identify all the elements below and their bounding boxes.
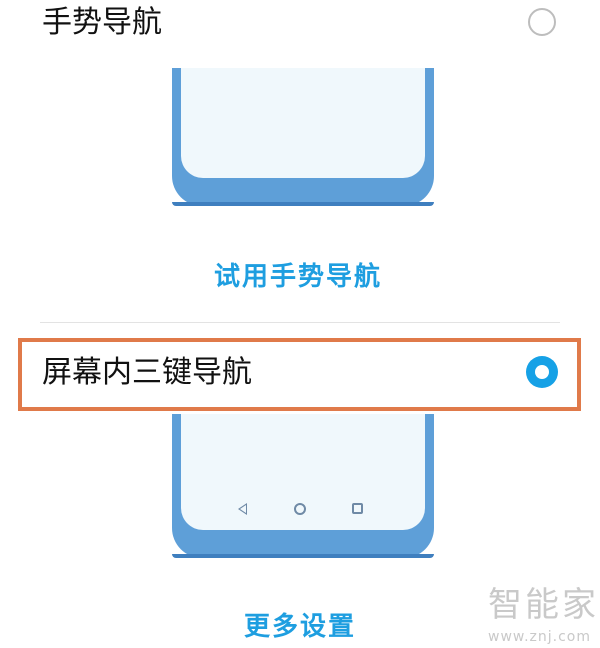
try-gesture-link[interactable]: 试用手势导航 — [214, 264, 382, 290]
three-key-radio[interactable] — [526, 356, 558, 388]
option-gesture-label[interactable]: 手势导航 — [42, 8, 162, 38]
option-three-key-label[interactable]: 屏幕内三键导航 — [42, 358, 252, 388]
watermark-brand: 智能家 — [488, 585, 599, 625]
more-settings-link[interactable]: 更多设置 — [244, 614, 356, 640]
watermark-url: www.znj.com — [488, 629, 591, 645]
divider — [40, 322, 560, 323]
recent-apps-icon — [352, 503, 363, 514]
watermark: 智能家 www.znj.com — [488, 588, 599, 644]
home-icon — [294, 503, 306, 515]
gesture-radio[interactable] — [528, 8, 556, 36]
back-icon — [238, 503, 247, 515]
